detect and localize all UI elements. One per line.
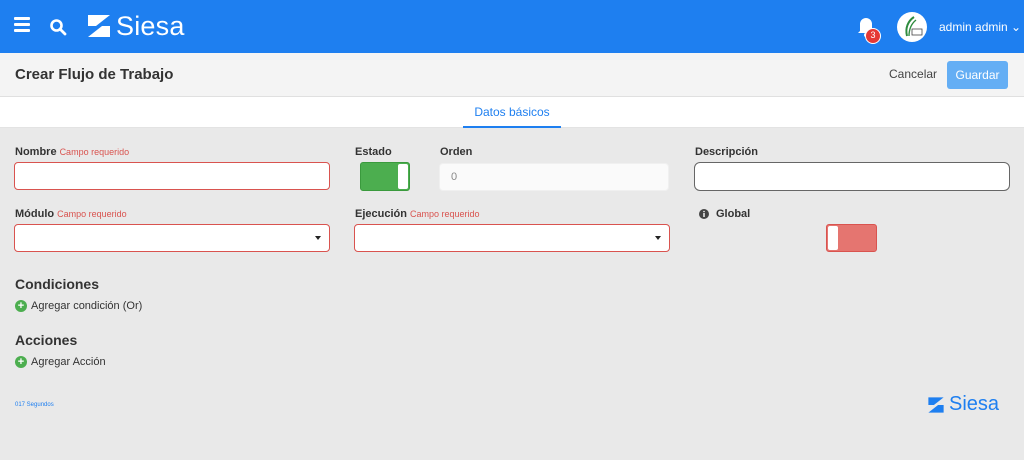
- notification-count-badge: 3: [865, 28, 881, 44]
- toggle-knob: [828, 226, 838, 250]
- modulo-select[interactable]: [14, 224, 330, 252]
- add-action-button[interactable]: + Agregar Acción: [15, 356, 106, 368]
- conditions-title: Condiciones: [15, 276, 100, 292]
- save-button[interactable]: Guardar: [947, 61, 1008, 89]
- siesa-logo[interactable]: Siesa: [86, 10, 185, 41]
- descripcion-input[interactable]: [694, 162, 1010, 191]
- caret-down-icon: [315, 236, 321, 240]
- avatar-image-icon: [905, 16, 923, 37]
- add-condition-button[interactable]: + Agregar condición (Or): [15, 300, 142, 312]
- top-navbar: Siesa 3 admin admin ⌄: [0, 0, 1024, 53]
- plus-circle-icon: +: [15, 300, 27, 312]
- toggle-knob: [398, 164, 408, 189]
- descripcion-label: Descripción: [695, 146, 758, 158]
- add-condition-label: Agregar condición (Or): [31, 300, 143, 312]
- modulo-label: Módulo Campo requerido: [15, 208, 127, 220]
- plus-circle-icon: +: [15, 356, 27, 368]
- global-label-text: Global: [716, 208, 751, 220]
- siesa-logo-mark-icon: [928, 396, 944, 413]
- global-toggle[interactable]: [826, 224, 877, 252]
- ejecucion-required-hint: Campo requerido: [409, 209, 480, 219]
- page-title: Crear Flujo de Trabajo: [15, 66, 174, 83]
- estado-toggle[interactable]: [360, 162, 410, 191]
- chevron-down-icon: ⌄: [1011, 20, 1022, 34]
- orden-input[interactable]: 0: [439, 163, 669, 191]
- tab-bar: Datos básicos: [0, 97, 1024, 128]
- nombre-label: Nombre Campo requerido: [15, 146, 129, 158]
- add-action-label: Agregar Acción: [31, 356, 106, 368]
- ejecucion-label: Ejecución Campo requerido: [355, 208, 480, 220]
- hamburger-menu-icon[interactable]: [14, 17, 32, 33]
- ejecucion-select[interactable]: [354, 224, 670, 252]
- estado-label: Estado: [355, 146, 392, 158]
- render-time-text: 017 Segundos: [15, 402, 54, 408]
- modulo-required-hint: Campo requerido: [57, 209, 127, 219]
- nombre-input[interactable]: [14, 162, 330, 190]
- cancel-button[interactable]: Cancelar: [889, 67, 937, 81]
- tab-datos-basicos[interactable]: Datos básicos: [463, 97, 561, 128]
- user-menu[interactable]: admin admin ⌄: [939, 20, 1021, 34]
- avatar[interactable]: [897, 12, 927, 42]
- global-label: Global: [699, 208, 750, 220]
- user-name: admin admin: [939, 20, 1008, 34]
- orden-label: Orden: [440, 146, 473, 158]
- siesa-logo-mark-icon: [88, 15, 110, 37]
- page-header: Crear Flujo de Trabajo Cancelar Guardar: [0, 53, 1024, 97]
- footer-brand-name: Siesa: [949, 393, 1000, 415]
- search-icon[interactable]: [49, 18, 67, 36]
- nombre-required-hint: Campo requerido: [59, 147, 130, 157]
- caret-down-icon: [655, 236, 661, 240]
- ejecucion-label-text: Ejecución: [355, 208, 407, 220]
- brand-name: Siesa: [116, 10, 185, 41]
- nombre-label-text: Nombre: [15, 146, 57, 158]
- info-icon[interactable]: [699, 209, 709, 219]
- footer-logo: Siesa: [927, 393, 999, 416]
- actions-title: Acciones: [15, 332, 78, 348]
- modulo-label-text: Módulo: [15, 208, 55, 220]
